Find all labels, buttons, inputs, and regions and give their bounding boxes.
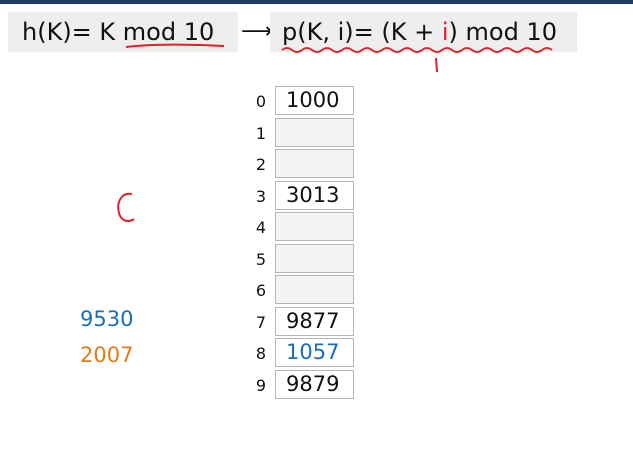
slot-cell: 3013 [275,180,354,210]
probe-formula-suffix: ) mod 10 [448,18,557,46]
slot-cell: 9877 [275,306,354,336]
slot-index: 6 [255,281,267,300]
slot-cell [275,243,354,273]
slot-cell [275,212,354,241]
top-bar [0,0,633,4]
slot-cell [275,117,354,147]
hash-formula-text: h(K)= K mod 10 [22,18,215,46]
probe-function-formula: p(K, i)= (K + i) mod 10 [270,12,577,52]
pending-key-2007: 2007 [80,343,134,367]
slot-index: 8 [255,344,267,363]
probe-formula-i: i [441,18,449,46]
handwritten-c [117,192,135,222]
slot-cell: 9879 [275,369,354,399]
slot-index: 0 [255,92,267,111]
slot-cell [275,149,354,178]
probe-formula-prefix: p(K, i)= (K + [282,18,442,46]
hash-function-formula: h(K)= K mod 10 [8,12,238,52]
pending-key-9530: 9530 [80,307,134,331]
slot-index: 3 [255,186,267,206]
slot-cell: 1057 [275,338,354,367]
slot-index: 2 [255,155,267,174]
slot-index: 7 [255,312,267,332]
tick-mark [435,57,438,73]
slot-index: 5 [255,249,267,269]
arrow-right-icon: ⟶ [241,19,273,44]
slot-cell [275,275,354,304]
slot-index: 4 [255,218,267,237]
slot-cell: 1000 [275,86,354,115]
slot-index: 1 [255,123,267,143]
slot-index: 9 [255,375,267,395]
